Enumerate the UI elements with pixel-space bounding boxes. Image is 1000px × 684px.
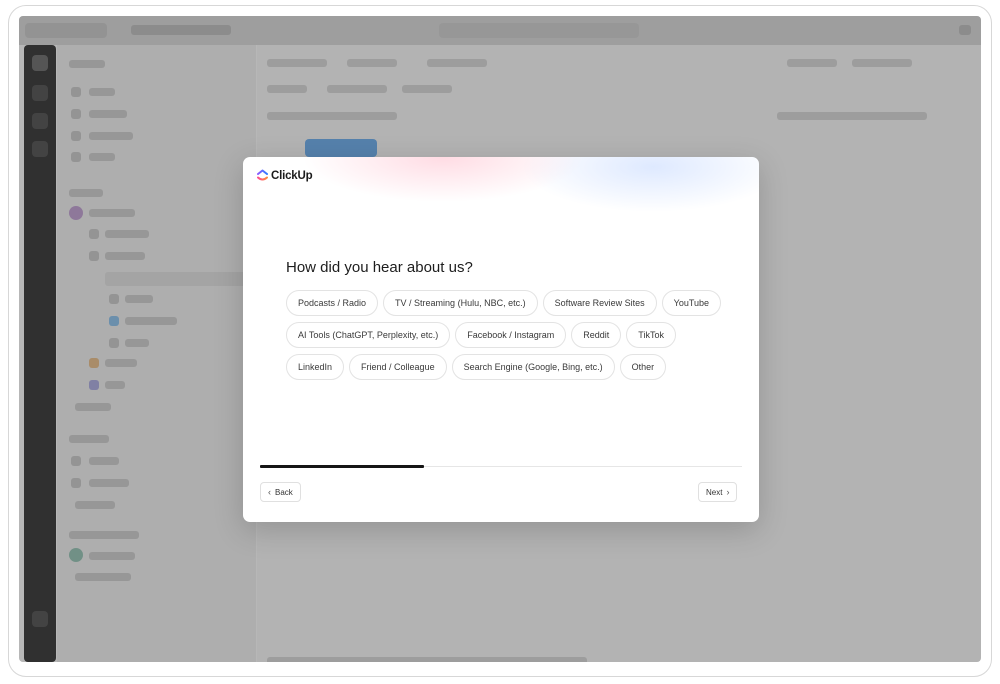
back-button[interactable]: ‹ Back <box>260 482 301 502</box>
option-other[interactable]: Other <box>619 354 667 380</box>
survey-question: How did you hear about us? <box>286 259 473 276</box>
option-tv-streaming[interactable]: TV / Streaming (Hulu, NBC, etc.) <box>383 290 538 316</box>
option-podcasts-radio[interactable]: Podcasts / Radio <box>286 290 379 316</box>
option-software-review-sites[interactable]: Software Review Sites <box>542 290 657 316</box>
brand-name: ClickUp <box>271 169 313 182</box>
option-friend-colleague[interactable]: Friend / Colleague <box>349 354 447 380</box>
option-reddit[interactable]: Reddit <box>571 322 622 348</box>
back-label: Back <box>275 487 293 497</box>
options-row: AI Tools (ChatGPT, Perplexity, etc.) Fac… <box>286 322 726 348</box>
clickup-logo-icon <box>257 169 268 181</box>
clickup-logo: ClickUp <box>257 169 313 182</box>
header-glow <box>243 157 759 237</box>
progress-bar <box>260 465 424 468</box>
app-screen: ClickUp How did you hear about us? Podca… <box>19 16 981 662</box>
next-label: Next <box>706 487 723 497</box>
next-button[interactable]: Next › <box>698 482 738 502</box>
onboarding-modal: ClickUp How did you hear about us? Podca… <box>243 157 759 522</box>
option-ai-tools[interactable]: AI Tools (ChatGPT, Perplexity, etc.) <box>286 322 451 348</box>
options-row: Podcasts / Radio TV / Streaming (Hulu, N… <box>286 290 726 316</box>
chevron-right-icon: › <box>726 486 730 497</box>
options-row: LinkedIn Friend / Colleague Search Engin… <box>286 354 726 380</box>
answer-options: Podcasts / Radio TV / Streaming (Hulu, N… <box>286 290 726 386</box>
chevron-left-icon: ‹ <box>268 486 271 497</box>
option-facebook-instagram[interactable]: Facebook / Instagram <box>455 322 567 348</box>
option-youtube[interactable]: YouTube <box>661 290 722 316</box>
option-tiktok[interactable]: TikTok <box>626 322 676 348</box>
option-search-engine[interactable]: Search Engine (Google, Bing, etc.) <box>451 354 615 380</box>
option-linkedin[interactable]: LinkedIn <box>286 354 345 380</box>
